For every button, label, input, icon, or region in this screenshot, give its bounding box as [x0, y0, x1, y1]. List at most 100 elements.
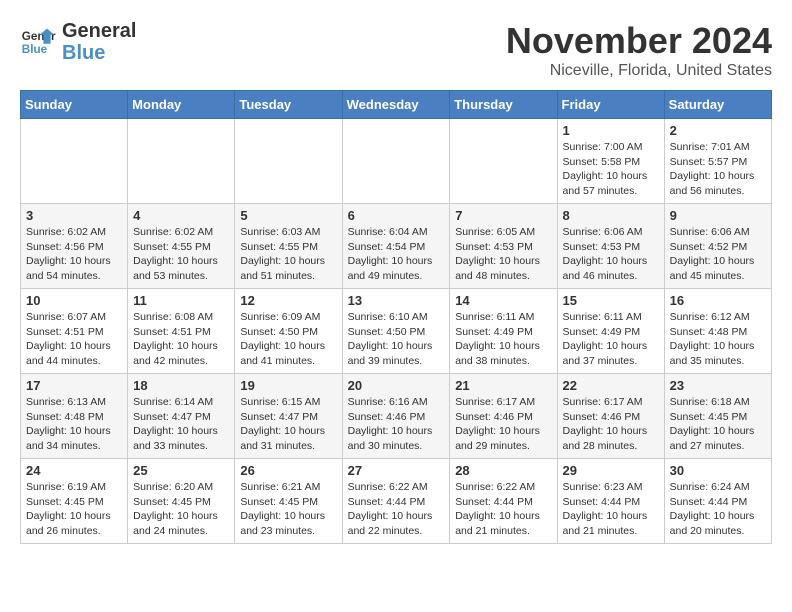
day-info: Sunrise: 6:22 AMSunset: 4:44 PMDaylight:… — [348, 480, 445, 539]
day-header-wednesday: Wednesday — [342, 91, 450, 119]
day-number: 23 — [670, 378, 766, 393]
calendar-cell: 19 Sunrise: 6:15 AMSunset: 4:47 PMDayligh… — [235, 374, 342, 459]
day-number: 28 — [455, 463, 551, 478]
calendar-cell: 30Sunrise: 6:24 AMSunset: 4:44 PMDayligh… — [664, 459, 771, 544]
day-info: Sunrise: 6:16 AMSunset: 4:46 PMDaylight:… — [348, 395, 445, 454]
day-info: Sunrise: 6:20 AMSunset: 4:45 PMDaylight:… — [133, 480, 229, 539]
calendar-cell: 15 Sunrise: 6:11 AMSunset: 4:49 PMDayligh… — [557, 289, 664, 374]
location-title: Niceville, Florida, United States — [506, 62, 772, 80]
day-number: 21 — [455, 378, 551, 393]
day-header-thursday: Thursday — [450, 91, 557, 119]
day-info: Sunrise: 6:24 AMSunset: 4:44 PMDaylight:… — [670, 480, 766, 539]
day-header-saturday: Saturday — [664, 91, 771, 119]
logo-line1: General — [62, 20, 136, 42]
day-info: Sunrise: 6:15 AMSunset: 4:47 PMDaylight:… — [240, 395, 336, 454]
calendar-cell: 6Sunrise: 6:04 AMSunset: 4:54 PMDaylight… — [342, 204, 450, 289]
day-number: 17 — [26, 378, 122, 393]
day-header-tuesday: Tuesday — [235, 91, 342, 119]
day-number: 27 — [348, 463, 445, 478]
day-number: 16 — [670, 293, 766, 308]
calendar-cell — [235, 119, 342, 204]
calendar-cell: 23Sunrise: 6:18 AMSunset: 4:45 PMDayligh… — [664, 374, 771, 459]
calendar-cell — [342, 119, 450, 204]
calendar-cell — [450, 119, 557, 204]
calendar-week-1: 1 Sunrise: 7:00 AMSunset: 5:58 PMDaylight… — [21, 119, 772, 204]
day-number: 8 — [563, 208, 659, 223]
day-number: 22 — [563, 378, 659, 393]
calendar-cell: 4Sunrise: 6:02 AMSunset: 4:55 PMDaylight… — [128, 204, 235, 289]
calendar-cell: 24 Sunrise: 6:19 AMSunset: 4:45 PMDayligh… — [21, 459, 128, 544]
calendar-cell: 10Sunrise: 6:07 AMSunset: 4:51 PMDayligh… — [21, 289, 128, 374]
calendar-cell: 14Sunrise: 6:11 AMSunset: 4:49 PMDayligh… — [450, 289, 557, 374]
calendar-week-3: 10Sunrise: 6:07 AMSunset: 4:51 PMDayligh… — [21, 289, 772, 374]
day-number: 19 — [240, 378, 336, 393]
day-number: 2 — [670, 123, 766, 138]
calendar-cell: 18 Sunrise: 6:14 AMSunset: 4:47 PMDayligh… — [128, 374, 235, 459]
calendar-cell: 12 Sunrise: 6:09 AMSunset: 4:50 PMDayligh… — [235, 289, 342, 374]
day-number: 24 — [26, 463, 122, 478]
calendar-week-5: 24 Sunrise: 6:19 AMSunset: 4:45 PMDayligh… — [21, 459, 772, 544]
calendar-cell: 26 Sunrise: 6:21 AMSunset: 4:45 PMDayligh… — [235, 459, 342, 544]
day-number: 29 — [563, 463, 659, 478]
day-number: 3 — [26, 208, 122, 223]
day-info: Sunrise: 6:11 AMSunset: 4:49 PMDaylight:… — [563, 310, 659, 369]
calendar-week-4: 17 Sunrise: 6:13 AMSunset: 4:48 PMDayligh… — [21, 374, 772, 459]
day-info: Sunrise: 6:04 AMSunset: 4:54 PMDaylight:… — [348, 225, 445, 284]
calendar-cell: 5 Sunrise: 6:03 AMSunset: 4:55 PMDaylight… — [235, 204, 342, 289]
day-number: 15 — [563, 293, 659, 308]
calendar-cell: 1 Sunrise: 7:00 AMSunset: 5:58 PMDaylight… — [557, 119, 664, 204]
day-number: 11 — [133, 293, 229, 308]
day-info: Sunrise: 6:03 AMSunset: 4:55 PMDaylight:… — [240, 225, 336, 284]
calendar-cell: 3 Sunrise: 6:02 AMSunset: 4:56 PMDaylight… — [21, 204, 128, 289]
day-info: Sunrise: 6:05 AMSunset: 4:53 PMDaylight:… — [455, 225, 551, 284]
day-number: 25 — [133, 463, 229, 478]
calendar-cell: 20Sunrise: 6:16 AMSunset: 4:46 PMDayligh… — [342, 374, 450, 459]
svg-text:Blue: Blue — [22, 43, 48, 56]
calendar-cell: 29 Sunrise: 6:23 AMSunset: 4:44 PMDayligh… — [557, 459, 664, 544]
day-info: Sunrise: 6:10 AMSunset: 4:50 PMDaylight:… — [348, 310, 445, 369]
day-info: Sunrise: 6:21 AMSunset: 4:45 PMDaylight:… — [240, 480, 336, 539]
day-info: Sunrise: 6:06 AMSunset: 4:52 PMDaylight:… — [670, 225, 766, 284]
day-number: 5 — [240, 208, 336, 223]
month-title: November 2024 — [506, 20, 772, 62]
day-number: 12 — [240, 293, 336, 308]
day-number: 9 — [670, 208, 766, 223]
calendar-cell: 9 Sunrise: 6:06 AMSunset: 4:52 PMDaylight… — [664, 204, 771, 289]
calendar-cell — [21, 119, 128, 204]
day-number: 1 — [563, 123, 659, 138]
calendar-cell: 25 Sunrise: 6:20 AMSunset: 4:45 PMDayligh… — [128, 459, 235, 544]
header: General Blue General Blue November 2024 … — [20, 20, 772, 80]
day-info: Sunrise: 6:06 AMSunset: 4:53 PMDaylight:… — [563, 225, 659, 284]
logo-line2: Blue — [62, 42, 105, 64]
calendar-cell: 27 Sunrise: 6:22 AMSunset: 4:44 PMDayligh… — [342, 459, 450, 544]
logo-text: General Blue — [62, 20, 136, 64]
day-info: Sunrise: 6:19 AMSunset: 4:45 PMDaylight:… — [26, 480, 122, 539]
day-number: 14 — [455, 293, 551, 308]
day-info: Sunrise: 6:23 AMSunset: 4:44 PMDaylight:… — [563, 480, 659, 539]
calendar-header-row: SundayMondayTuesdayWednesdayThursdayFrid… — [21, 91, 772, 119]
calendar: SundayMondayTuesdayWednesdayThursdayFrid… — [20, 90, 772, 544]
day-info: Sunrise: 6:09 AMSunset: 4:50 PMDaylight:… — [240, 310, 336, 369]
calendar-cell: 8 Sunrise: 6:06 AMSunset: 4:53 PMDaylight… — [557, 204, 664, 289]
day-number: 26 — [240, 463, 336, 478]
calendar-cell — [128, 119, 235, 204]
calendar-week-2: 3 Sunrise: 6:02 AMSunset: 4:56 PMDaylight… — [21, 204, 772, 289]
calendar-cell: 22Sunrise: 6:17 AMSunset: 4:46 PMDayligh… — [557, 374, 664, 459]
day-info: Sunrise: 6:12 AMSunset: 4:48 PMDaylight:… — [670, 310, 766, 369]
day-info: Sunrise: 6:08 AMSunset: 4:51 PMDaylight:… — [133, 310, 229, 369]
day-header-friday: Friday — [557, 91, 664, 119]
day-info: Sunrise: 7:00 AMSunset: 5:58 PMDaylight:… — [563, 140, 659, 199]
day-info: Sunrise: 6:13 AMSunset: 4:48 PMDaylight:… — [26, 395, 122, 454]
day-number: 7 — [455, 208, 551, 223]
day-info: Sunrise: 6:02 AMSunset: 4:56 PMDaylight:… — [26, 225, 122, 284]
day-info: Sunrise: 7:01 AMSunset: 5:57 PMDaylight:… — [670, 140, 766, 199]
day-number: 18 — [133, 378, 229, 393]
day-info: Sunrise: 6:14 AMSunset: 4:47 PMDaylight:… — [133, 395, 229, 454]
day-info: Sunrise: 6:07 AMSunset: 4:51 PMDaylight:… — [26, 310, 122, 369]
calendar-cell: 16 Sunrise: 6:12 AMSunset: 4:48 PMDayligh… — [664, 289, 771, 374]
day-info: Sunrise: 6:22 AMSunset: 4:44 PMDaylight:… — [455, 480, 551, 539]
calendar-cell: 2 Sunrise: 7:01 AMSunset: 5:57 PMDaylight… — [664, 119, 771, 204]
logo: General Blue General Blue — [20, 20, 136, 64]
day-header-monday: Monday — [128, 91, 235, 119]
calendar-cell: 28 Sunrise: 6:22 AMSunset: 4:44 PMDayligh… — [450, 459, 557, 544]
